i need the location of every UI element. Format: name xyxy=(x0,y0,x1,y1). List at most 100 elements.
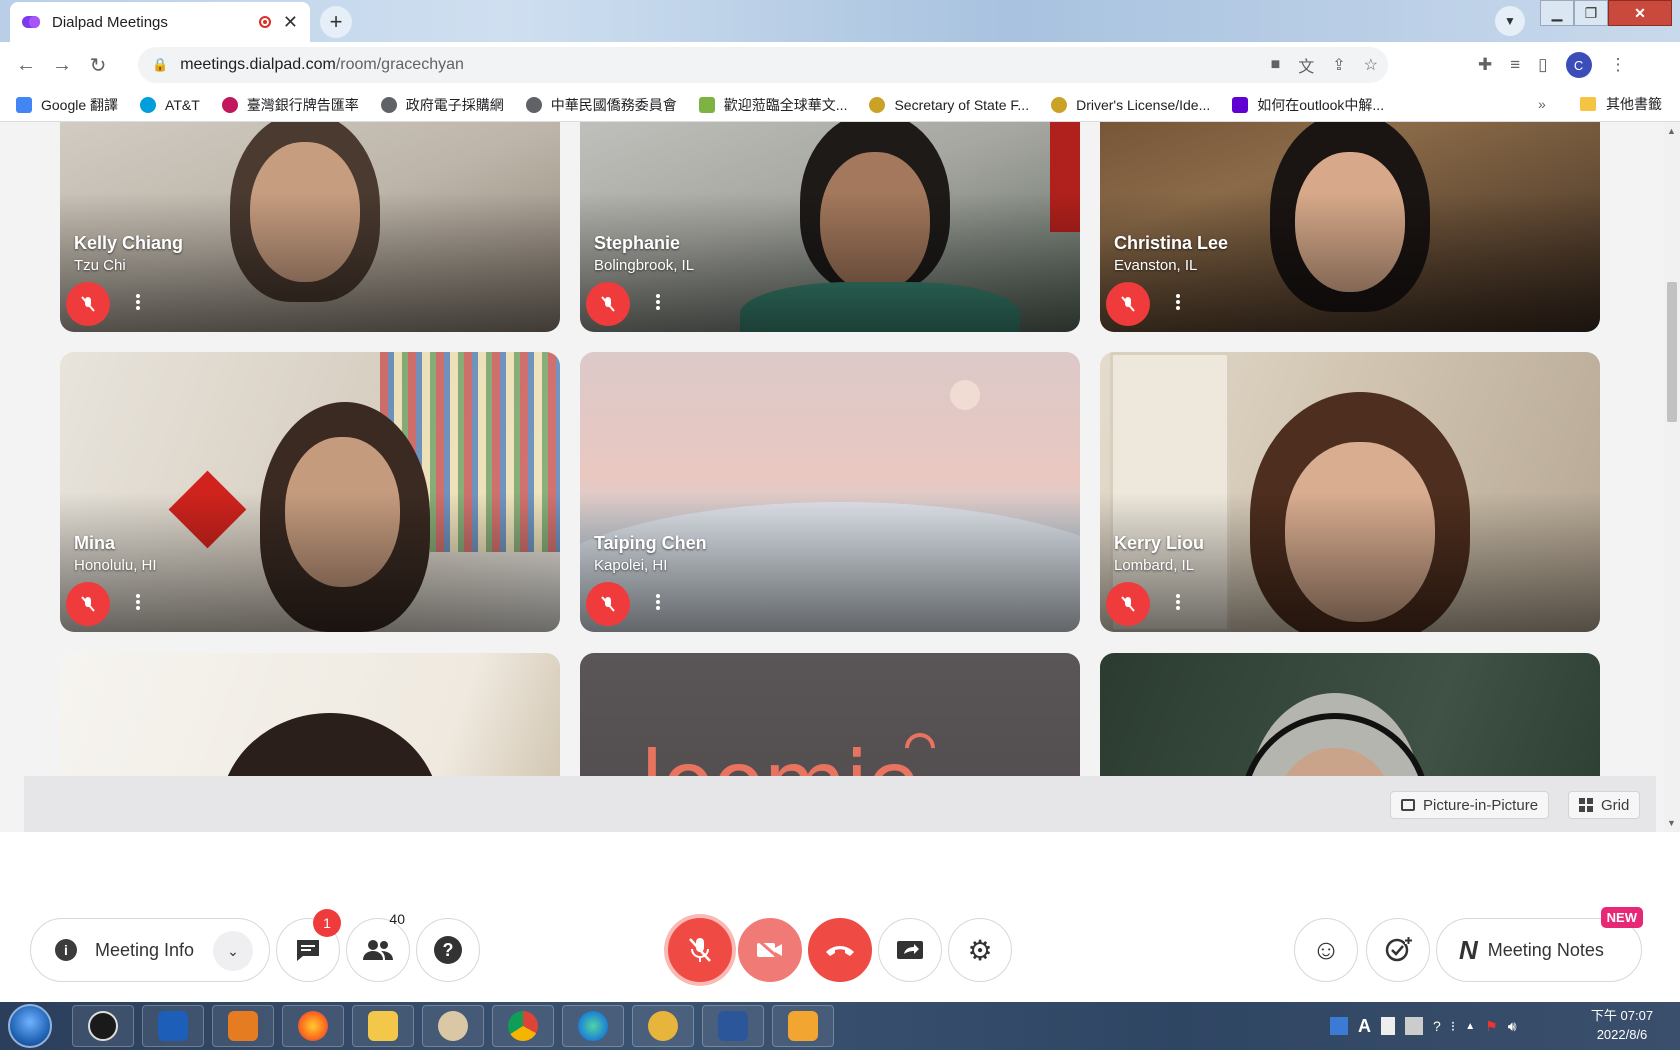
unmute-microphone-button[interactable] xyxy=(668,918,732,982)
tray-app-icon[interactable] xyxy=(1405,1017,1423,1035)
add-action-item-button[interactable] xyxy=(1366,918,1430,982)
url-path: /room/gracechyan xyxy=(335,56,464,73)
taskbar-outlook[interactable] xyxy=(772,1005,834,1047)
meeting-info-button[interactable]: i Meeting Info ⌄ xyxy=(30,918,270,982)
extensions-icon[interactable]: ✚ xyxy=(1478,55,1492,75)
taskbar-globe-app[interactable] xyxy=(632,1005,694,1047)
system-clock[interactable]: 下午 07:07 2022/8/6 xyxy=(1574,1006,1670,1044)
language-bar-icon[interactable] xyxy=(1330,1017,1348,1035)
windows-start-button[interactable] xyxy=(8,1004,52,1048)
page-scrollbar[interactable]: ▲ ▼ xyxy=(1664,122,1680,832)
participant-tile[interactable]: Mina Honolulu, HI xyxy=(60,352,560,632)
att-globe-icon xyxy=(140,96,157,113)
participant-name: Kelly Chiang xyxy=(74,233,184,253)
participant-tile[interactable]: Taiping Chen Kapolei, HI xyxy=(580,352,1080,632)
picture-in-picture-button[interactable]: Picture-in-Picture xyxy=(1390,791,1550,819)
tab-close-button[interactable]: ✕ xyxy=(283,12,298,33)
bookmark-item[interactable]: Google 翻譯 xyxy=(16,95,118,115)
muted-mic-icon[interactable] xyxy=(1106,282,1150,326)
more-options-icon[interactable] xyxy=(1176,594,1180,610)
more-options-icon[interactable] xyxy=(136,594,140,610)
more-options-icon[interactable] xyxy=(656,594,660,610)
folder-icon xyxy=(1580,97,1596,111)
more-options-icon[interactable] xyxy=(1176,294,1180,310)
taskbar-firefox[interactable] xyxy=(282,1005,344,1047)
bookmark-item[interactable]: 中華民國僑務委員會 xyxy=(525,95,677,115)
back-arrow-icon[interactable]: ← xyxy=(8,47,44,83)
camera-in-use-icon[interactable]: ■ xyxy=(1271,56,1281,74)
lock-icon: 🔒 xyxy=(152,57,169,72)
participant-tile[interactable]: Stephanie Bolingbrook, IL xyxy=(580,122,1080,332)
media-control-icon[interactable]: ≡ xyxy=(1510,55,1520,75)
window-maximize-button[interactable]: ❐ xyxy=(1574,0,1608,26)
taskbar-app[interactable] xyxy=(142,1005,204,1047)
more-options-icon[interactable] xyxy=(656,294,660,310)
settings-button[interactable]: ⚙ xyxy=(948,918,1012,982)
taskbar-hp-app[interactable] xyxy=(72,1005,134,1047)
reactions-button[interactable]: ☺ xyxy=(1294,918,1358,982)
ime-mode-indicator[interactable]: A xyxy=(1358,1016,1371,1037)
chevron-down-icon[interactable]: ⌄ xyxy=(213,931,253,971)
bookmark-item[interactable]: 臺灣銀行牌告匯率 xyxy=(221,95,359,115)
forward-arrow-icon[interactable]: → xyxy=(44,47,80,83)
scroll-up-icon[interactable]: ▲ xyxy=(1667,126,1676,136)
tray-app-icon[interactable]: ⁝ xyxy=(1451,1018,1455,1035)
muted-mic-icon[interactable] xyxy=(586,582,630,626)
url-host: meetings.dialpad.com xyxy=(180,56,336,73)
tab-search-button[interactable]: ▼ xyxy=(1495,6,1525,36)
bookmark-item[interactable]: Secretary of State F... xyxy=(869,96,1029,113)
browser-menu-icon[interactable]: ⋮ xyxy=(1610,55,1627,75)
bookmark-item[interactable]: 政府電子採購網 xyxy=(380,95,504,115)
address-bar[interactable]: 🔒 meetings.dialpad.com/room/gracechyan ■… xyxy=(138,47,1388,83)
outlook-icon xyxy=(788,1011,818,1041)
taskbar-media-player[interactable] xyxy=(212,1005,274,1047)
leave-call-button[interactable] xyxy=(808,918,872,982)
tray-app-icon[interactable] xyxy=(1381,1017,1395,1035)
picture-in-picture-icon xyxy=(1401,799,1415,811)
participant-tile[interactable]: Kerry Liou Lombard, IL xyxy=(1100,352,1600,632)
window-minimize-button[interactable]: ▁ xyxy=(1540,0,1574,26)
tab-dialpad-meetings[interactable]: Dialpad Meetings ✕ xyxy=(10,2,310,42)
start-video-button[interactable] xyxy=(738,918,802,982)
scroll-down-icon[interactable]: ▼ xyxy=(1667,818,1676,828)
taskbar-paint[interactable] xyxy=(422,1005,484,1047)
bookmark-star-icon[interactable]: ☆ xyxy=(1364,55,1378,75)
taskbar-word[interactable] xyxy=(702,1005,764,1047)
action-center-flag-icon[interactable]: ⚑ xyxy=(1485,1018,1498,1035)
check-circle-plus-icon xyxy=(1385,937,1412,962)
share-screen-button[interactable] xyxy=(878,918,942,982)
side-panel-icon[interactable]: ▯ xyxy=(1538,55,1547,75)
profile-avatar[interactable]: C xyxy=(1565,52,1592,78)
taskbar-chrome[interactable] xyxy=(492,1005,554,1047)
share-icon[interactable]: ⇪ xyxy=(1332,55,1345,75)
bookmarks-overflow-button[interactable]: » xyxy=(1538,96,1546,112)
translate-icon[interactable]: 文 xyxy=(1298,53,1314,77)
volume-icon[interactable]: 🔊︎ xyxy=(1508,1018,1517,1035)
participant-tile[interactable]: Kelly Chiang Tzu Chi xyxy=(60,122,560,332)
help-button[interactable]: ? xyxy=(416,918,480,982)
muted-mic-icon[interactable] xyxy=(66,582,110,626)
bookmark-item[interactable]: Driver's License/Ide... xyxy=(1051,96,1210,113)
muted-mic-icon[interactable] xyxy=(66,282,110,326)
bookmark-item[interactable]: AT&T xyxy=(140,96,200,113)
help-icon[interactable]: ? xyxy=(1433,1018,1441,1034)
taskbar-edge[interactable] xyxy=(562,1005,624,1047)
more-options-icon[interactable] xyxy=(136,294,140,310)
participant-tile[interactable]: Christina Lee Evanston, IL xyxy=(1100,122,1600,332)
muted-mic-icon[interactable] xyxy=(1106,582,1150,626)
chat-button[interactable]: 1 xyxy=(276,909,341,982)
show-hidden-icons[interactable]: ▲ xyxy=(1465,1021,1475,1032)
bookmark-item[interactable]: 歡迎蒞臨全球華文... xyxy=(698,95,847,115)
firefox-icon xyxy=(298,1011,328,1041)
reload-icon[interactable]: ↻ xyxy=(80,47,116,83)
taskbar-file-explorer[interactable] xyxy=(352,1005,414,1047)
participants-button[interactable]: 40 xyxy=(346,911,410,982)
muted-mic-icon[interactable] xyxy=(586,282,630,326)
grid-view-button[interactable]: Grid xyxy=(1568,791,1641,819)
new-tab-button[interactable]: + xyxy=(320,6,352,38)
meeting-notes-button[interactable]: N Meeting Notes NEW xyxy=(1436,907,1643,982)
scrollbar-thumb[interactable] xyxy=(1667,282,1677,422)
window-close-button[interactable]: ✕ xyxy=(1608,0,1672,26)
bookmark-item[interactable]: 如何在outlook中解... xyxy=(1232,95,1384,115)
other-bookmarks-folder[interactable]: 其他書籤 xyxy=(1580,94,1662,114)
